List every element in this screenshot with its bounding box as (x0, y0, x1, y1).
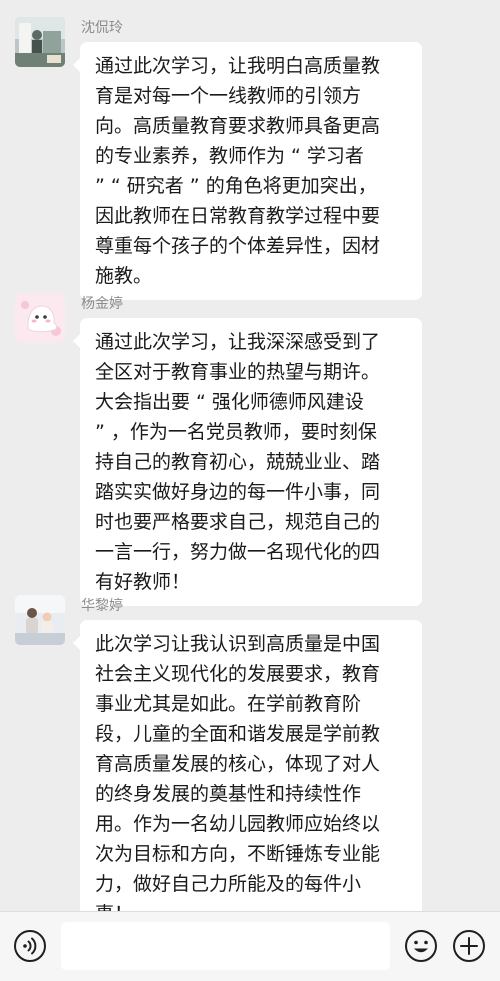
message-line: 施教。 (95, 265, 153, 287)
message-line: 大会指出要 “ 强化师德师风建设 (95, 391, 364, 413)
message-line: 事！ (95, 899, 410, 911)
message-line: ” ，作为一名党员教师，要时刻保 (95, 421, 377, 443)
message-line: 通过此次学习，让我深深感受到了 (95, 331, 381, 353)
emoji-icon (405, 930, 437, 962)
message-line: 事业尤其是如此。在学前教育阶 (95, 693, 362, 715)
emoji-button[interactable] (404, 929, 438, 963)
sender-avatar[interactable] (15, 293, 65, 343)
sender-name: 杨金婷 (81, 296, 123, 312)
chat-history[interactable]: 沈侃玲 通过此次学习，让我明白高质量教 育是对每一个一线教师的引领方 向。高质量… (0, 0, 500, 911)
message-line: 此次学习让我认识到高质量是中国 (95, 633, 381, 655)
message-line: 用。作为一名幼儿园教师应始终以 (95, 813, 381, 835)
message-input[interactable] (61, 922, 390, 970)
sender-avatar[interactable] (15, 595, 65, 645)
message-line: 的终身发展的奠基性和持续性作 (95, 783, 362, 805)
more-button[interactable] (452, 929, 486, 963)
chat-input-bar (0, 911, 500, 981)
message-line: 育高质量发展的核心，体现了对人 (95, 753, 381, 775)
message-line: 通过此次学习，让我明白高质量教 (95, 55, 381, 77)
plus-icon (453, 930, 485, 962)
sender-name: 华黎婷 (81, 598, 123, 614)
message-line: 尊重每个孩子的个体差异性，因材 (95, 235, 381, 257)
message-line: 向。高质量教育要求教师具备更高 (95, 115, 381, 137)
message-line: ” “ 研究者 ” 的角色将更加突出， (95, 175, 377, 197)
family-photo-avatar-icon (15, 595, 65, 645)
voice-icon (14, 930, 46, 962)
message-bubble[interactable]: 通过此次学习，让我明白高质量教 育是对每一个一线教师的引领方 向。高质量教育要求… (73, 42, 422, 300)
message-line: 踏实实做好身边的每一件小事，同 (95, 481, 381, 503)
sender-avatar[interactable] (15, 17, 65, 67)
message-bubble[interactable]: 通过此次学习，让我深深感受到了 全区对于教育事业的热望与期许。 大会指出要 “ … (73, 318, 422, 606)
message-line: 一言一行，努力做一名现代化的四 (95, 541, 381, 563)
sender-name: 沈侃玲 (81, 20, 123, 36)
message-line: 育是对每一个一线教师的引领方 (95, 85, 362, 107)
photo-avatar-icon (15, 17, 65, 67)
message-line: 持自己的教育初心，兢兢业业、踏 (95, 451, 381, 473)
message-line: 次为目标和方向，不断锤炼专业能 (95, 843, 381, 865)
message-line: 因此教师在日常教育教学过程中要 (95, 205, 381, 227)
message-line: 社会主义现代化的发展要求，教育 (95, 663, 381, 685)
message-line: 力，做好自己力所能及的每件小 (95, 873, 362, 895)
message-line: 全区对于教育事业的热望与期许。 (95, 361, 381, 383)
message-line: 有好教师！ (95, 571, 191, 593)
cartoon-ghost-avatar-icon (15, 293, 65, 343)
message-line: 的专业素养，教师作为 “ 学习者 (95, 145, 364, 167)
message-line: 时也要严格要求自己，规范自己的 (95, 511, 381, 533)
message-line: 段，儿童的全面和谐发展是学前教 (95, 723, 381, 745)
message-bubble[interactable]: 此次学习让我认识到高质量是中国 社会主义现代化的发展要求，教育 事业尤其是如此。… (73, 620, 422, 911)
voice-button[interactable] (13, 929, 47, 963)
